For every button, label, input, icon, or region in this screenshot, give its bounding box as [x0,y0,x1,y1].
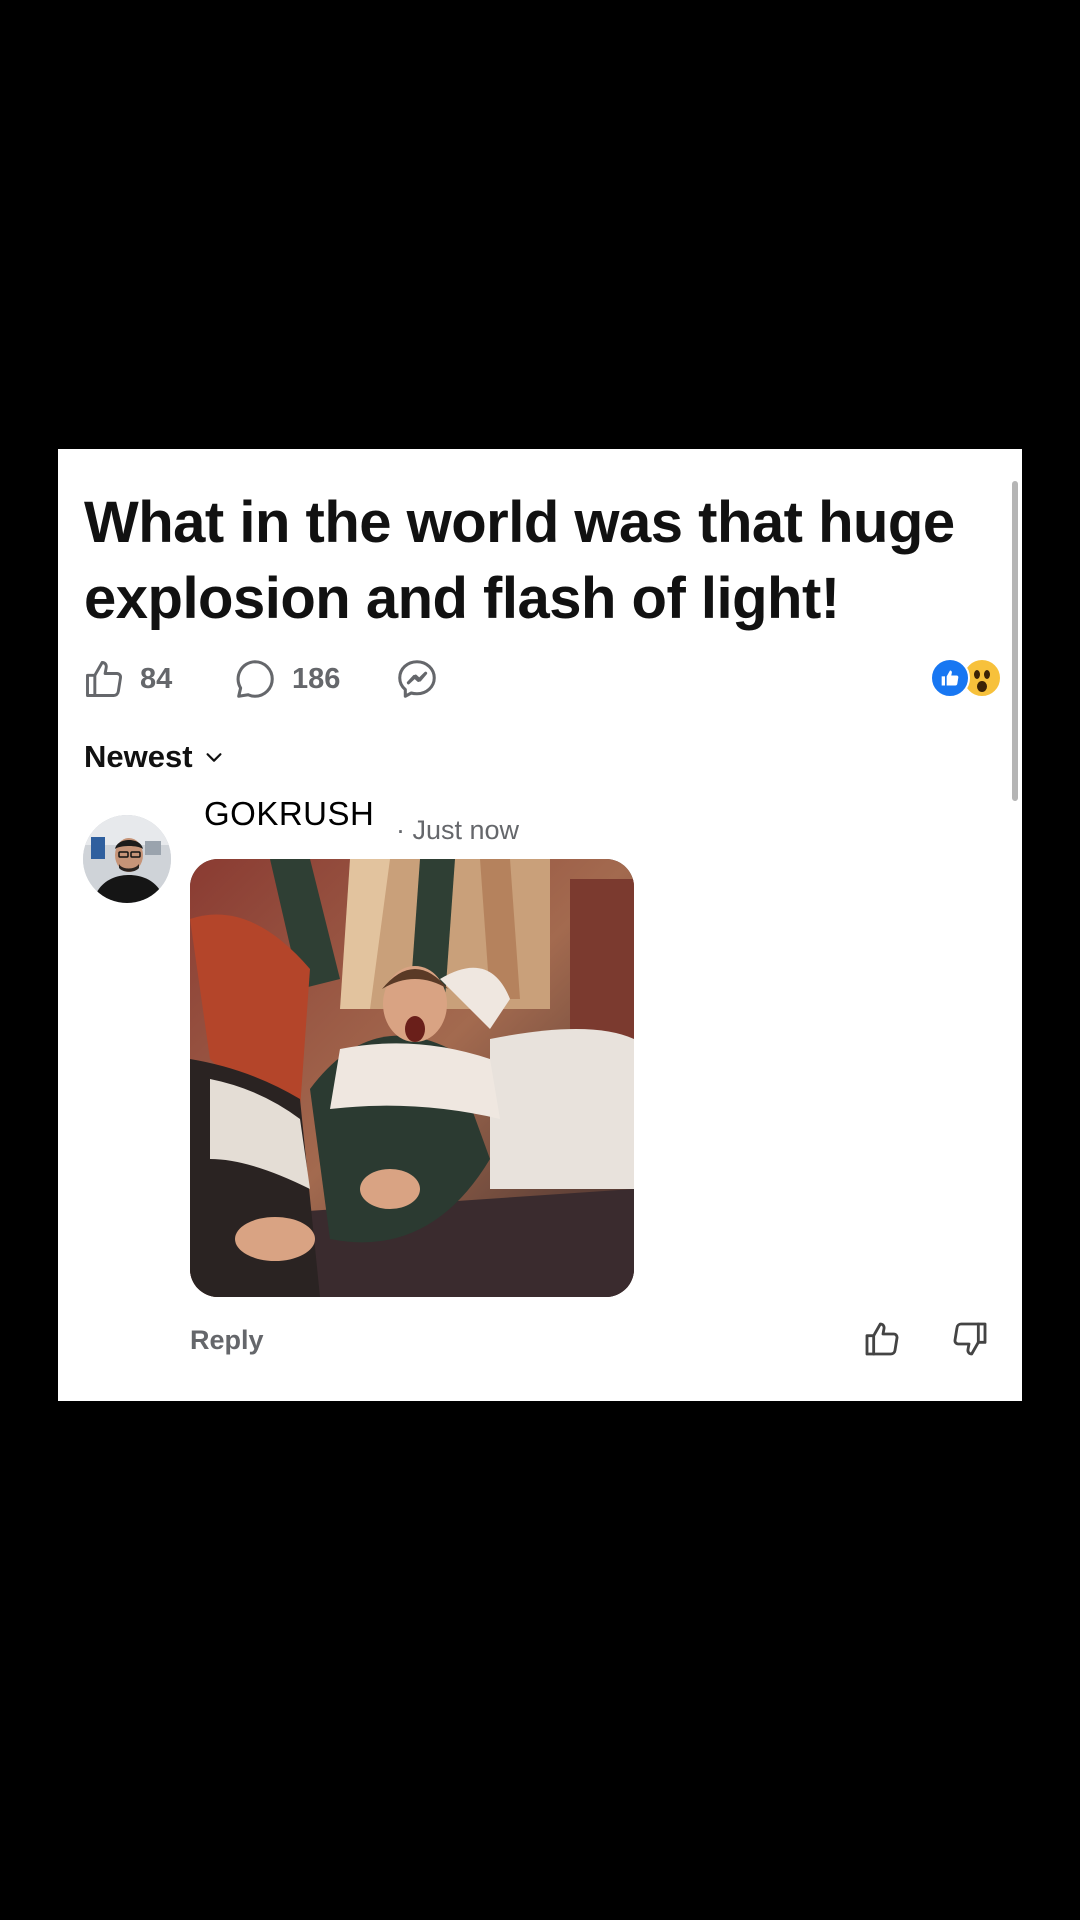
share-messenger-button[interactable] [394,654,440,704]
thumbs-up-icon [865,1322,899,1356]
comment-button[interactable]: 186 [232,654,340,704]
sort-label: Newest [84,739,193,774]
downvote-button[interactable] [950,1319,990,1359]
scrollbar[interactable] [1012,481,1018,801]
comment-count: 186 [292,662,341,695]
comment-bubble-icon [236,660,274,698]
sort-dropdown[interactable]: Newest [84,739,225,775]
post-actions-bar: 84 186 [82,654,1002,704]
comment-image[interactable] [190,859,634,1297]
avatar[interactable] [83,815,171,903]
like-count: 84 [140,662,173,695]
thumbs-up-icon [86,661,122,697]
comment-timestamp: · Just now [396,815,520,845]
reply-button[interactable]: Reply [190,1325,264,1356]
upvote-button[interactable] [862,1319,902,1359]
messenger-icon [398,660,436,698]
post-title: What in the world was that huge explosio… [84,490,955,631]
post-card: What in the world was that huge explosio… [58,449,1022,1401]
thumbs-down-icon [953,1322,987,1356]
like-reaction-icon [930,658,970,698]
comment-username[interactable]: GOKRUSH [192,791,387,837]
chevron-down-icon [206,753,222,762]
reactions-summary[interactable] [930,658,1002,698]
like-button[interactable]: 84 [82,654,172,704]
